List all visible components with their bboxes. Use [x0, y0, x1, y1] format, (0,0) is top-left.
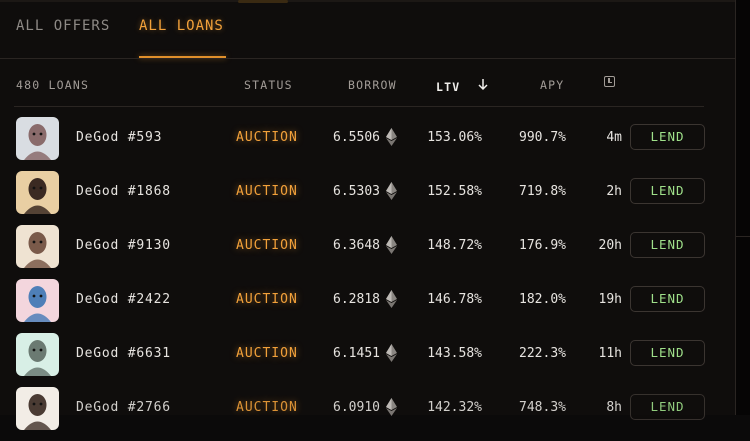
nft-name[interactable]: DeGod #6631 [76, 346, 171, 361]
column-apy[interactable]: APY [540, 78, 564, 92]
table-row[interactable]: DeGod #593 AUCTION 6.5506 153.06% 990.7%… [0, 117, 735, 171]
nft-avatar[interactable] [16, 387, 59, 430]
borrow-amount: 6.5303 [333, 184, 380, 199]
time-remaining: 4m [606, 130, 622, 145]
nft-avatar[interactable] [16, 171, 59, 214]
apy-value: 748.3% [519, 400, 566, 415]
tab-all-loans[interactable]: ALL LOANS [139, 18, 224, 34]
apy-value: 176.9% [519, 238, 566, 253]
status-badge: AUCTION [236, 184, 298, 199]
status-badge: AUCTION [236, 130, 298, 145]
lend-button[interactable]: LEND [630, 232, 705, 258]
ltv-value: 142.32% [427, 400, 482, 415]
table-row[interactable]: DeGod #9130 AUCTION 6.3648 148.72% 176.9… [0, 225, 735, 279]
apy-value: 222.3% [519, 346, 566, 361]
nft-name[interactable]: DeGod #2766 [76, 400, 171, 415]
time-remaining: 8h [606, 400, 622, 415]
borrow-amount: 6.3648 [333, 238, 380, 253]
ltv-value: 146.78% [427, 292, 482, 307]
time-remaining: 20h [598, 238, 622, 253]
ltv-value: 152.58% [427, 184, 482, 199]
time-remaining: 11h [598, 346, 622, 361]
top-accent [238, 0, 288, 3]
lend-button[interactable]: LEND [630, 178, 705, 204]
degod-image [16, 387, 59, 430]
window-edge [736, 0, 750, 415]
column-ltv-label: LTV [436, 80, 461, 94]
table-row[interactable]: DeGod #2766 AUCTION 6.0910 142.32% 748.3… [0, 387, 735, 441]
arrow-down-icon [477, 78, 489, 94]
table-header: 480 LOANS STATUS BORROW LTV APY [0, 70, 735, 104]
column-ltv[interactable]: LTV [436, 78, 489, 94]
borrow-amount: 6.5506 [333, 130, 380, 145]
time-remaining: 2h [606, 184, 622, 199]
apy-value: 990.7% [519, 130, 566, 145]
eth-icon [386, 236, 397, 254]
nft-avatar[interactable] [16, 279, 59, 322]
borrow-amount: 6.2818 [333, 292, 380, 307]
nft-avatar[interactable] [16, 117, 59, 160]
eth-icon [386, 398, 397, 416]
loan-count: 480 LOANS [16, 78, 90, 92]
lend-button[interactable]: LEND [630, 394, 705, 420]
lend-button[interactable]: LEND [630, 286, 705, 312]
nft-name[interactable]: DeGod #9130 [76, 238, 171, 253]
ltv-value: 143.58% [427, 346, 482, 361]
nft-avatar[interactable] [16, 333, 59, 376]
loans-panel: ALL OFFERS ALL LOANS 480 LOANS STATUS BO… [0, 0, 736, 430]
eth-icon [386, 290, 397, 308]
status-badge: AUCTION [236, 400, 298, 415]
eth-icon [386, 344, 397, 362]
nft-name[interactable]: DeGod #2422 [76, 292, 171, 307]
table-row[interactable]: DeGod #1868 AUCTION 6.5303 152.58% 719.8… [0, 171, 735, 225]
tab-all-offers[interactable]: ALL OFFERS [16, 18, 110, 34]
apy-value: 182.0% [519, 292, 566, 307]
column-borrow[interactable]: BORROW [348, 78, 397, 92]
top-border [0, 0, 735, 2]
degod-image [16, 171, 59, 214]
eth-icon [386, 128, 397, 146]
apy-value: 719.8% [519, 184, 566, 199]
status-badge: AUCTION [236, 346, 298, 361]
table-row[interactable]: DeGod #2422 AUCTION 6.2818 146.78% 182.0… [0, 279, 735, 333]
time-remaining: 19h [598, 292, 622, 307]
degod-image [16, 279, 59, 322]
degod-image [16, 333, 59, 376]
ltv-value: 148.72% [427, 238, 482, 253]
status-badge: AUCTION [236, 238, 298, 253]
degod-image [16, 225, 59, 268]
column-status[interactable]: STATUS [244, 78, 293, 92]
ltv-value: 153.06% [427, 130, 482, 145]
status-badge: AUCTION [236, 292, 298, 307]
nft-name[interactable]: DeGod #1868 [76, 184, 171, 199]
edge-notch [736, 236, 750, 243]
header-divider [14, 106, 704, 107]
degod-image [16, 117, 59, 160]
clock-icon[interactable] [604, 76, 615, 87]
tabs-divider [0, 58, 735, 59]
eth-icon [386, 182, 397, 200]
nft-avatar[interactable] [16, 225, 59, 268]
table-row[interactable]: DeGod #6631 AUCTION 6.1451 143.58% 222.3… [0, 333, 735, 387]
nft-name[interactable]: DeGod #593 [76, 130, 162, 145]
borrow-amount: 6.1451 [333, 346, 380, 361]
lend-button[interactable]: LEND [630, 124, 705, 150]
borrow-amount: 6.0910 [333, 400, 380, 415]
lend-button[interactable]: LEND [630, 340, 705, 366]
